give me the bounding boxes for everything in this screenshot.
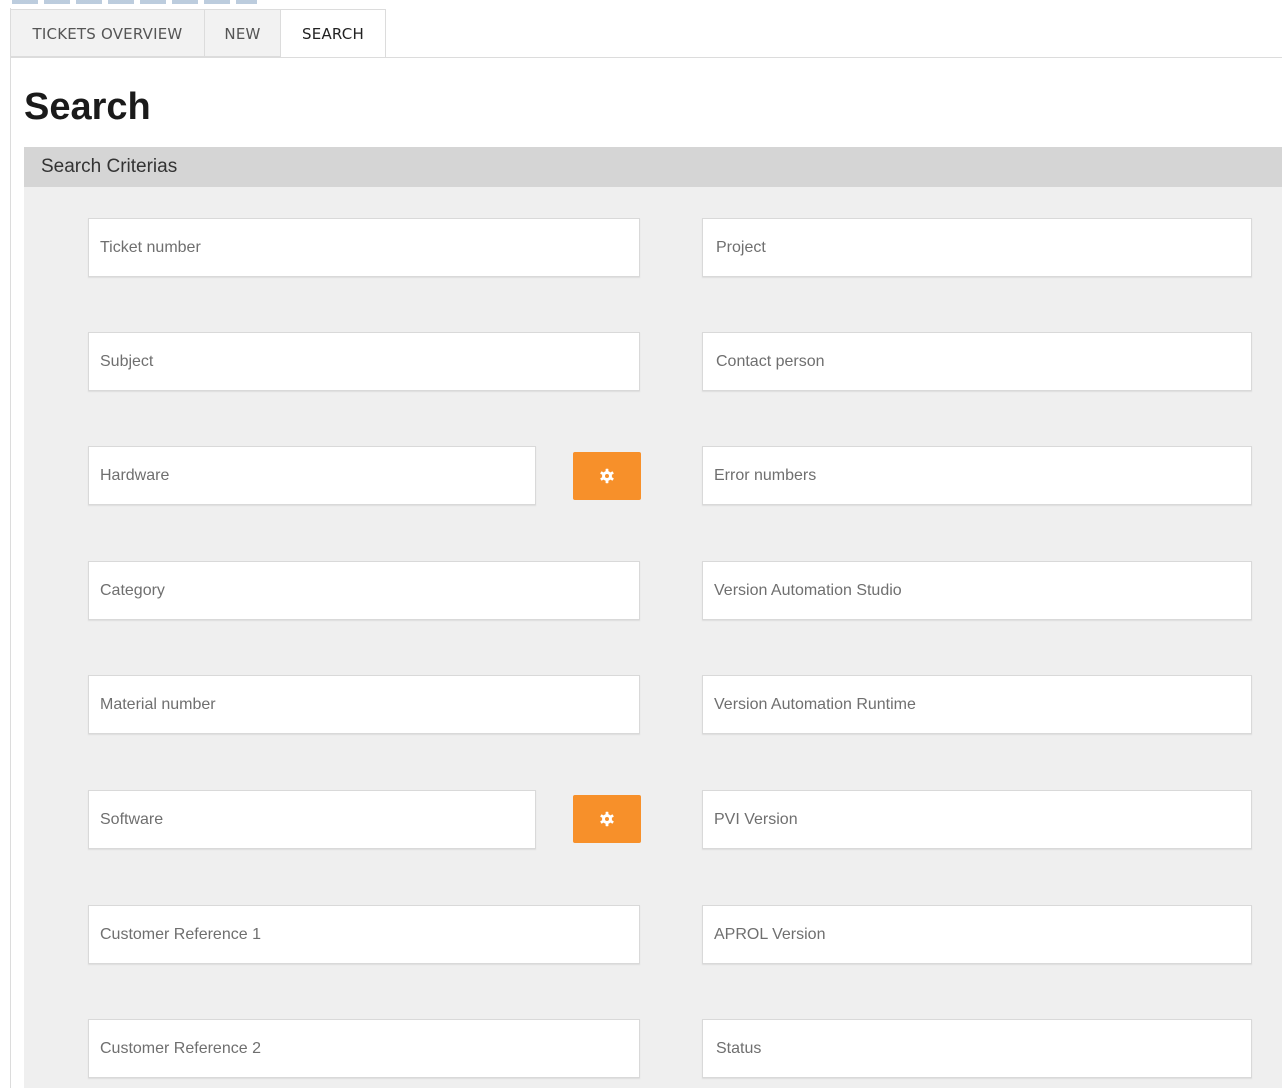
version-automation-runtime-input[interactable]: [702, 675, 1252, 734]
tab-bar: TICKETS OVERVIEW NEW SEARCH: [10, 9, 386, 58]
tab-divider: [10, 57, 1282, 58]
hardware-settings-button[interactable]: [573, 452, 641, 500]
software-settings-button[interactable]: [573, 795, 641, 843]
version-automation-studio-input[interactable]: [702, 561, 1252, 620]
panel-header-title: Search Criterias: [41, 156, 178, 177]
pvi-version-input[interactable]: [702, 790, 1252, 849]
material-number-input[interactable]: [88, 675, 640, 734]
aprol-version-input[interactable]: [702, 905, 1252, 964]
container-border: [10, 8, 11, 1088]
page-title: Search: [24, 86, 151, 128]
tab-tickets-overview[interactable]: TICKETS OVERVIEW: [10, 9, 204, 57]
page: TICKETS OVERVIEW NEW SEARCH Search Searc…: [0, 0, 1282, 1088]
breadcrumb: [0, 0, 1282, 8]
project-input[interactable]: [702, 218, 1252, 277]
error-numbers-input[interactable]: [702, 446, 1252, 505]
gear-icon: [600, 468, 614, 484]
category-input[interactable]: [88, 561, 640, 620]
tab-new[interactable]: NEW: [204, 9, 280, 57]
subject-input[interactable]: [88, 332, 640, 391]
contact-person-input[interactable]: [702, 332, 1252, 391]
status-input[interactable]: [702, 1019, 1252, 1078]
panel-header: Search Criterias: [24, 147, 1282, 187]
ticket-number-input[interactable]: [88, 218, 640, 277]
customer-reference-1-input[interactable]: [88, 905, 640, 964]
breadcrumb-cutoff[interactable]: [12, 0, 257, 4]
customer-reference-2-input[interactable]: [88, 1019, 640, 1078]
tab-search[interactable]: SEARCH: [280, 9, 386, 58]
software-input[interactable]: [88, 790, 536, 849]
gear-icon: [600, 811, 614, 827]
hardware-input[interactable]: [88, 446, 536, 505]
